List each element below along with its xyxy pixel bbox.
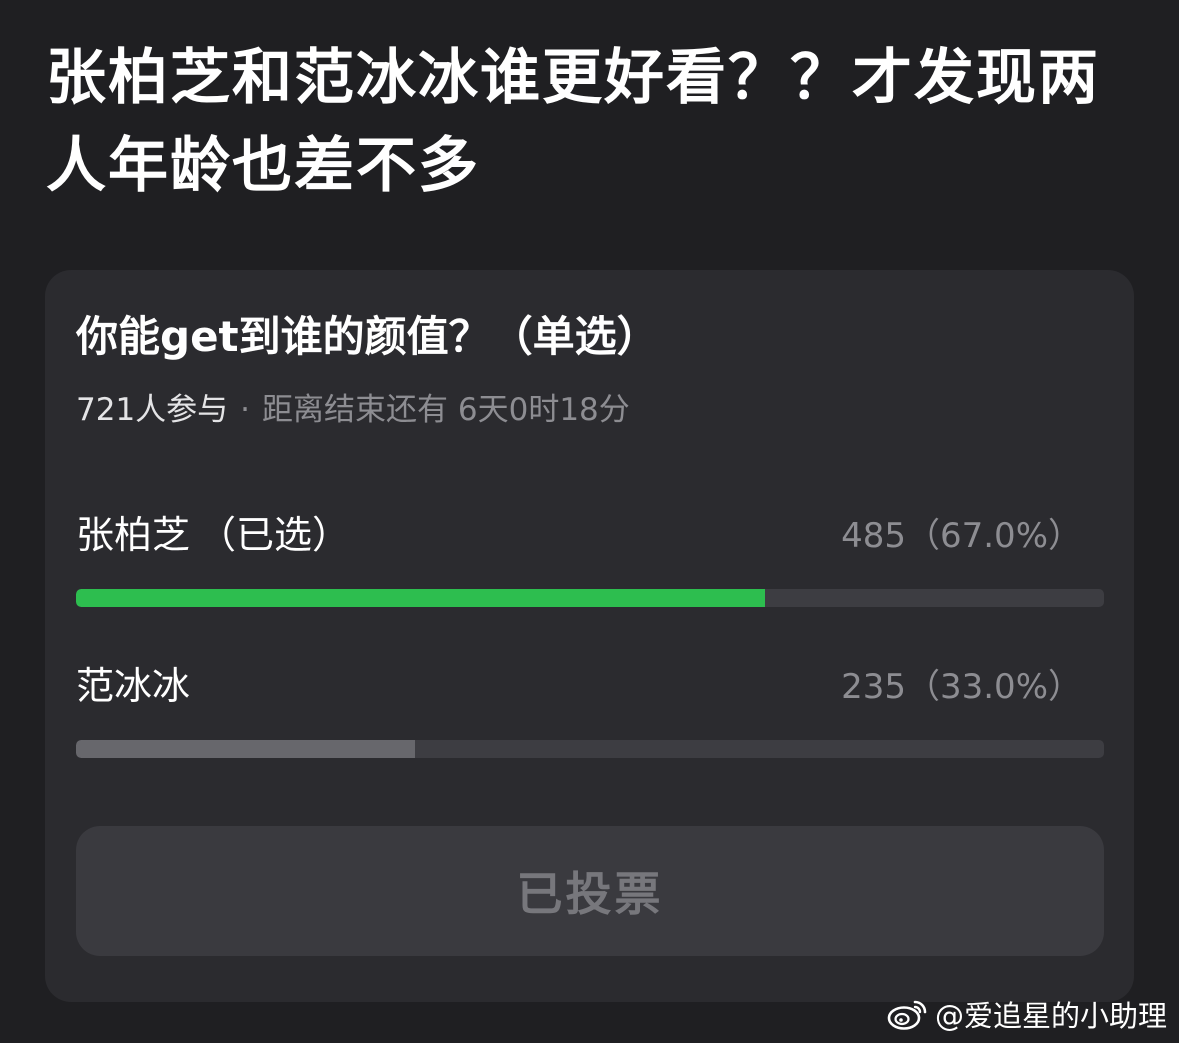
poll-meta: 721人参与 · 距离结束还有 6天0时18分 <box>76 389 630 431</box>
selected-tag: （已选） <box>198 513 351 557</box>
result-bar-fill <box>76 589 765 607</box>
participant-count: 721人参与 <box>76 392 229 428</box>
weibo-logo-icon <box>887 1000 927 1030</box>
poll-option-2[interactable]: 范冰冰 235（33.0%） <box>76 661 1104 781</box>
option-result: 235（33.0%） <box>841 667 1082 707</box>
voted-button[interactable]: 已投票 <box>76 826 1104 956</box>
option-label: 范冰冰 <box>76 661 190 711</box>
result-bar-track <box>76 589 1104 607</box>
watermark-text: @爱追星的小助理 <box>934 999 1167 1033</box>
result-bar-track <box>76 740 1104 758</box>
poll-option-1[interactable]: 张柏芝 （已选） 485（67.0%） <box>76 510 1104 630</box>
option-label: 张柏芝 （已选） <box>76 510 350 560</box>
watermark: @爱追星的小助理 <box>887 993 1167 1035</box>
meta-separator: · <box>240 392 251 428</box>
option-name: 范冰冰 <box>76 664 191 708</box>
result-bar-fill <box>76 740 416 758</box>
poll-card: 你能get到谁的颜值？（单选） 721人参与 · 距离结束还有 6天0时18分 张柏… <box>45 270 1134 1002</box>
poll-question: 你能get到谁的颜值？（单选） <box>76 312 659 361</box>
post-title: 张柏芝和范冰冰谁更好看？？才发现两人年龄也差不多 <box>46 43 1100 201</box>
option-name: 张柏芝 <box>76 513 191 557</box>
option-result: 485（67.0%） <box>841 516 1082 556</box>
poll-deadline: 距离结束还有 6天0时18分 <box>262 392 630 428</box>
